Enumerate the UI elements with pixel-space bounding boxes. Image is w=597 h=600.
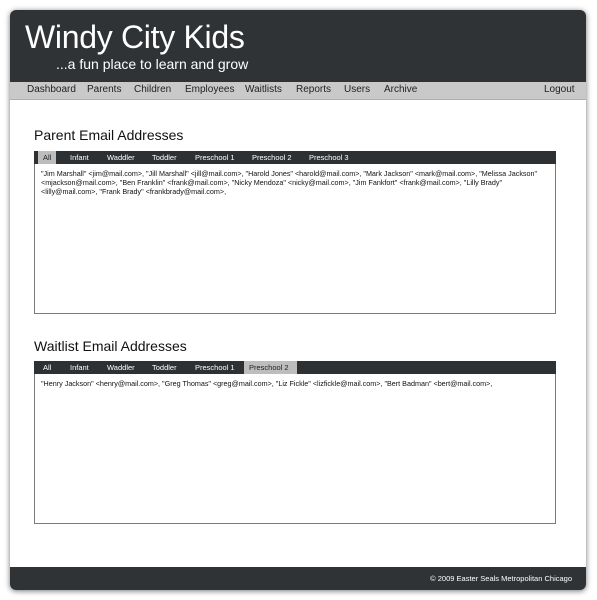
main-nav: Dashboard Parents Children Employees Wai… — [10, 82, 586, 100]
waitlist-tabbar: All Infant Waddler Toddler Preschool 1 P… — [34, 361, 556, 374]
waitlist-tab-waddler[interactable]: Waddler — [102, 361, 140, 374]
nav-item-waitlists[interactable]: Waitlists — [245, 84, 282, 95]
waitlist-tab-all[interactable]: All — [38, 361, 56, 374]
waitlist-tab-preschool-2[interactable]: Preschool 2 — [244, 361, 297, 374]
parent-tab-infant[interactable]: Infant — [65, 151, 94, 164]
parent-tab-toddler[interactable]: Toddler — [147, 151, 182, 164]
waitlist-tab-preschool-1[interactable]: Preschool 1 — [190, 361, 240, 374]
nav-item-reports[interactable]: Reports — [296, 84, 331, 95]
parent-tab-all[interactable]: All — [38, 151, 57, 164]
parent-tab-preschool-2[interactable]: Preschool 2 — [247, 151, 297, 164]
nav-item-dashboard[interactable]: Dashboard — [27, 84, 76, 95]
waitlist-emails-textarea[interactable]: "Henry Jackson" <henry@mail.com>, "Greg … — [34, 374, 556, 524]
parent-emails-title: Parent Email Addresses — [34, 127, 184, 143]
nav-item-employees[interactable]: Employees — [185, 84, 234, 95]
waitlist-tab-toddler[interactable]: Toddler — [147, 361, 182, 374]
app-frame: Windy City Kids ...a fun place to learn … — [10, 10, 586, 590]
site-tagline: ...a fun place to learn and grow — [56, 56, 249, 72]
parent-tab-preschool-3[interactable]: Preschool 3 — [304, 151, 354, 164]
logout-link[interactable]: Logout — [544, 84, 575, 95]
nav-item-children[interactable]: Children — [134, 84, 171, 95]
nav-item-parents[interactable]: Parents — [87, 84, 121, 95]
nav-item-users[interactable]: Users — [344, 84, 370, 95]
site-footer: © 2009 Easter Seals Metropolitan Chicago — [10, 567, 586, 590]
copyright-text: © 2009 Easter Seals Metropolitan Chicago — [430, 574, 572, 583]
site-title: Windy City Kids — [25, 19, 245, 55]
parent-tab-preschool-1[interactable]: Preschool 1 — [190, 151, 240, 164]
waitlist-tab-infant[interactable]: Infant — [65, 361, 94, 374]
site-header: Windy City Kids ...a fun place to learn … — [10, 10, 586, 82]
waitlist-emails-title: Waitlist Email Addresses — [34, 338, 187, 354]
parent-emails-textarea[interactable]: "Jim Marshall" <jim@mail.com>, "Jill Mar… — [34, 164, 556, 314]
nav-item-archive[interactable]: Archive — [384, 84, 417, 95]
parent-tabbar: All Infant Waddler Toddler Preschool 1 P… — [34, 151, 556, 164]
parent-tab-waddler[interactable]: Waddler — [102, 151, 140, 164]
